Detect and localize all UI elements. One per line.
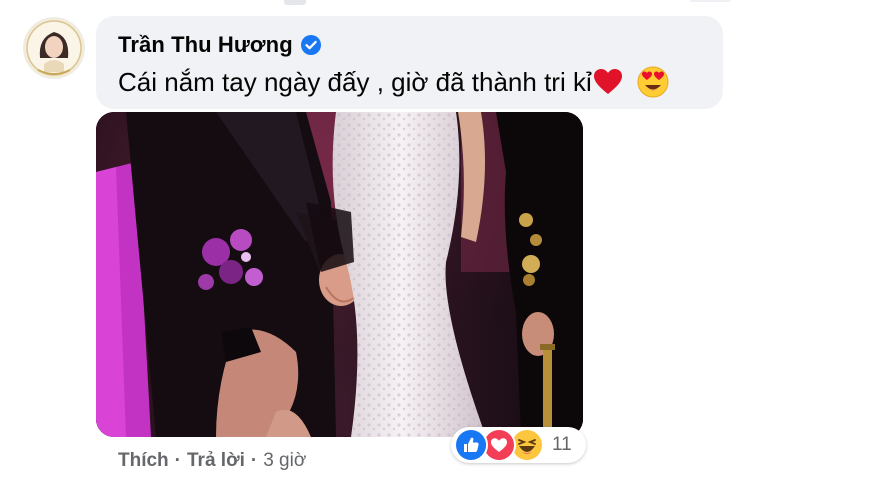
comment-timestamp[interactable]: 3 giờ <box>263 450 306 472</box>
comment-bubble: Trần Thu Hương Cái nắm tay ngày đấy , gi… <box>96 16 723 109</box>
reactions-summary[interactable]: 11 <box>451 427 586 463</box>
author-name[interactable]: Trần Thu Hương <box>118 32 293 58</box>
comment-actions: Thích · Trả lời · 3 giờ <box>118 450 306 472</box>
verified-badge-icon <box>300 34 322 56</box>
separator: · <box>250 450 258 471</box>
red-heart-emoji-icon <box>593 68 623 96</box>
heart-eyes-emoji-icon <box>637 66 669 98</box>
separator: · <box>174 450 181 471</box>
wedding-hands-photo[interactable] <box>96 112 583 437</box>
like-reaction-icon <box>454 428 488 462</box>
comment-text-row: Cái nắm tay ngày đấy , giờ đã thành tri … <box>118 66 669 98</box>
reply-action-link[interactable]: Trả lời <box>187 450 245 472</box>
like-action-link[interactable]: Thích <box>118 450 169 472</box>
comment-text: Cái nắm tay ngày đấy , giờ đã thành tri … <box>118 66 592 97</box>
reactions-count: 11 <box>552 434 572 455</box>
author-avatar[interactable] <box>24 18 84 78</box>
previous-comment-edge <box>0 0 887 8</box>
author-row: Trần Thu Hương <box>118 32 322 58</box>
